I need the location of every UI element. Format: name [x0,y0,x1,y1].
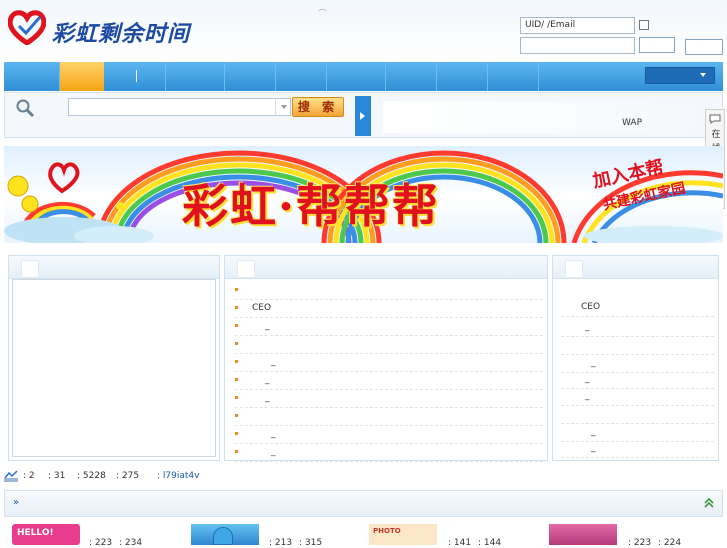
list-item[interactable]: _ [235,371,543,390]
login-button[interactable] [639,37,675,53]
panel-header [225,256,547,279]
news-panel: CEO _ _ _ _ _ _ [224,255,548,462]
bullet-icon [235,360,238,363]
list-item[interactable] [561,405,714,424]
main-nav [4,62,723,91]
site-logo-text[interactable]: 彩虹剩余时间 [52,16,190,48]
nav-item[interactable] [276,62,327,91]
thumb-stat: : 234 [119,538,143,548]
nav-item[interactable] [488,62,539,91]
panel-header [9,256,219,279]
stat-today-posts: : 2 [23,471,35,481]
list-item[interactable]: CEO [561,298,714,317]
list-item[interactable] [235,281,543,300]
nav-item[interactable] [105,62,166,91]
thumb-stat: : 213 [269,538,293,548]
remember-me-checkbox[interactable] [639,20,649,30]
bullet-icon [235,450,238,453]
forum-thumbnail[interactable] [549,524,617,545]
bullet-icon [235,414,238,417]
list-item[interactable]: _ [235,389,543,408]
search-bar: 搜 索 WAP [4,92,723,138]
hot-links-toggle[interactable] [355,96,371,136]
stat-yesterday-posts: : 31 [48,471,66,481]
search-input[interactable] [68,98,291,116]
section-title-link[interactable]: » [13,497,19,508]
list-item[interactable]: _ [235,353,543,372]
hot-links-area [383,101,713,133]
nav-item[interactable] [166,62,225,91]
forum-thumbnail[interactable] [191,524,259,545]
thumb-stat: : 223 [89,538,113,548]
list-item[interactable]: _ [235,317,543,336]
thumb-stat: : 141 [448,538,472,548]
bullet-icon [235,396,238,399]
wap-link[interactable]: WAP [622,118,642,128]
list-item[interactable]: _ [235,425,543,444]
nav-item[interactable] [386,62,437,91]
search-type-dropdown[interactable] [275,98,291,116]
bullet-icon [235,324,238,327]
thumb-stat: : 315 [299,538,323,548]
forum-section-header: » [4,490,723,517]
newest-member-link[interactable]: : l79iat4v [157,467,199,485]
chat-bubble-icon [709,114,721,124]
bullet-icon [235,306,238,309]
nav-item-active[interactable] [60,62,104,91]
stat-members: : 275 [116,471,140,481]
list-item[interactable]: _ [561,439,714,458]
nav-dropdown[interactable] [645,67,715,84]
panel-title-icon [237,260,255,278]
search-button[interactable]: 搜 索 [292,97,344,117]
list-item[interactable] [561,336,714,355]
left-panel [8,255,220,461]
chevron-right-icon [360,112,365,120]
thumb-stat: : 144 [478,538,502,548]
page-header: 彩虹剩余时间 ⌒ UID/ /Email [0,0,727,62]
list-item[interactable]: _ [235,443,543,462]
search-icon [16,99,35,118]
nav-item[interactable] [327,62,386,91]
list-item[interactable]: CEO [235,299,543,318]
chevron-down-icon [700,73,706,77]
bullet-icon [235,342,238,345]
stat-total-posts: : 5228 [77,471,106,481]
bird-decoration-icon: ⌒ [318,10,328,20]
globe-icon [213,527,233,545]
bullet-icon [235,432,238,435]
site-stats: : 2 : 31 : 5228 : 275 : l79iat4v [4,467,723,485]
bullet-icon [235,378,238,381]
banner-title: 彩虹·帮帮帮 [182,179,441,233]
username-input[interactable]: UID/ /Email [520,17,635,34]
register-button[interactable] [685,39,723,55]
panel-title-icon [21,260,39,278]
nav-item[interactable] [437,62,488,91]
nav-item[interactable] [4,62,60,91]
slideshow-box[interactable] [12,279,216,457]
password-input[interactable] [520,37,635,54]
heart-logo-icon[interactable] [8,9,46,45]
thumb-stat: : 224 [658,538,682,548]
stats-chart-icon [4,470,18,482]
list-item[interactable] [235,407,543,426]
right-panel: CEO _ _ _ _ _ _ [552,255,719,461]
hero-banner: 彩虹·帮帮帮 加入本帮 共建彩虹家园 [4,146,723,243]
nav-item[interactable] [225,62,276,91]
forum-thumbnail[interactable]: HELLO! [12,524,80,545]
list-item[interactable]: _ [561,318,714,337]
bullet-icon [235,288,238,291]
chevron-down-icon [281,105,287,109]
thumb-stat: : 223 [628,538,652,548]
forum-thumbnail[interactable]: PHOTO [369,524,437,545]
panel-title-icon [565,260,583,278]
list-item[interactable]: _ [561,387,714,406]
panel-header [553,256,718,279]
collapse-icon[interactable] [704,497,714,509]
list-item[interactable] [235,335,543,354]
